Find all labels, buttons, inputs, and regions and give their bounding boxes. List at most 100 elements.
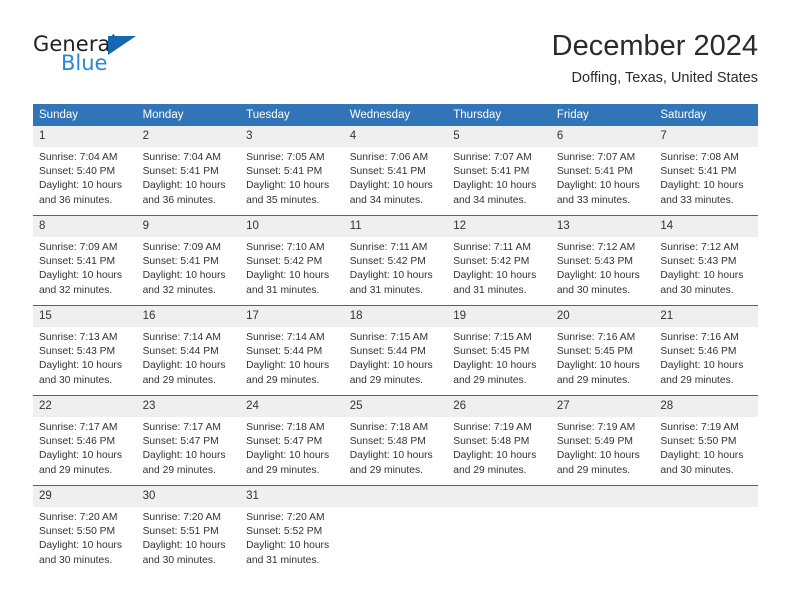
daylight-duration-line2: and 32 minutes. (142, 284, 216, 296)
day-number: 9 (136, 216, 241, 237)
sunrise-time: Sunrise: 7:20 AM (246, 512, 325, 523)
calendar-day-cell[interactable]: 18 Sunrise: 7:15 AM Sunset: 5:44 PM Dayligh… (343, 305, 448, 396)
sunset-time: Sunset: 5:47 PM (246, 436, 323, 448)
sunrise-time: Sunrise: 7:19 AM (660, 422, 739, 433)
calendar-day-cell[interactable]: 6 Sunrise: 7:07 AM Sunset: 5:41 PM Daylight… (550, 126, 655, 216)
sunset-time: Sunset: 5:41 PM (349, 166, 426, 178)
sunset-time: Sunset: 5:41 PM (142, 256, 219, 268)
day-details: Sunrise: 7:04 AM Sunset: 5:40 PM Daylight:… (33, 147, 137, 208)
calendar-day-cell[interactable]: 24 Sunrise: 7:18 AM Sunset: 5:47 PM Dayligh… (240, 395, 344, 486)
day-details: Sunrise: 7:19 AM Sunset: 5:48 PM Daylight:… (447, 417, 551, 478)
day-details: Sunrise: 7:16 AM Sunset: 5:46 PM Daylight:… (654, 327, 758, 388)
daylight-duration-line2: and 29 minutes. (349, 374, 423, 386)
calendar-day-cell[interactable]: 17 Sunrise: 7:14 AM Sunset: 5:44 PM Dayligh… (240, 305, 344, 396)
calendar-day-cell[interactable]: 3 Sunrise: 7:05 AM Sunset: 5:41 PM Daylight… (240, 126, 344, 216)
daylight-duration-line2: and 31 minutes. (349, 284, 423, 296)
day-details: Sunrise: 7:12 AM Sunset: 5:43 PM Daylight:… (654, 237, 758, 298)
daylight-duration-line1: Daylight: 10 hours (660, 180, 744, 192)
sunrise-time: Sunrise: 7:08 AM (660, 152, 739, 163)
calendar-day-cell[interactable]: 7 Sunrise: 7:08 AM Sunset: 5:41 PM Daylight… (654, 126, 758, 216)
calendar-day-cell[interactable]: 19 Sunrise: 7:15 AM Sunset: 5:45 PM Dayligh… (447, 305, 551, 396)
calendar-day-cell[interactable]: 30 Sunrise: 7:20 AM Sunset: 5:51 PM Dayligh… (136, 485, 241, 575)
sunrise-time: Sunrise: 7:07 AM (453, 152, 532, 163)
daylight-duration-line1: Daylight: 10 hours (453, 180, 537, 192)
day-number: 14 (654, 216, 758, 237)
calendar-day-cell[interactable]: 11 Sunrise: 7:11 AM Sunset: 5:42 PM Dayligh… (343, 215, 448, 306)
logo-triangle-icon (108, 36, 136, 55)
sunrise-time: Sunrise: 7:16 AM (660, 332, 739, 343)
sunset-time: Sunset: 5:44 PM (246, 346, 323, 358)
calendar-day-cell[interactable]: 9 Sunrise: 7:09 AM Sunset: 5:41 PM Daylight… (136, 215, 241, 306)
calendar-day-cell[interactable]: 29 Sunrise: 7:20 AM Sunset: 5:50 PM Dayligh… (33, 485, 137, 575)
calendar-day-cell[interactable]: 23 Sunrise: 7:17 AM Sunset: 5:47 PM Dayligh… (136, 395, 241, 486)
day-details: Sunrise: 7:09 AM Sunset: 5:41 PM Daylight:… (137, 237, 241, 298)
calendar-day-cell[interactable]: 5 Sunrise: 7:07 AM Sunset: 5:41 PM Daylight… (447, 126, 551, 216)
sunrise-time: Sunrise: 7:17 AM (39, 422, 118, 433)
day-details: Sunrise: 7:07 AM Sunset: 5:41 PM Daylight:… (551, 147, 655, 208)
day-number: 1 (33, 126, 137, 147)
daylight-duration-line2: and 30 minutes. (660, 284, 734, 296)
general-blue-logo[interactable]: General Blue (33, 32, 233, 92)
sunset-time: Sunset: 5:44 PM (349, 346, 426, 358)
sunset-time: Sunset: 5:49 PM (556, 436, 633, 448)
calendar-day-cell[interactable]: 4 Sunrise: 7:06 AM Sunset: 5:41 PM Daylight… (343, 126, 448, 216)
calendar-page: General Blue December 2024 Doffing, Texa… (0, 0, 792, 612)
calendar-day-cell[interactable]: 28 Sunrise: 7:19 AM Sunset: 5:50 PM Dayligh… (654, 395, 758, 486)
calendar-day-cell[interactable]: 1 Sunrise: 7:04 AM Sunset: 5:40 PM Daylight… (33, 126, 137, 216)
calendar-day-cell[interactable]: 31 Sunrise: 7:20 AM Sunset: 5:52 PM Dayligh… (240, 485, 344, 575)
weekday-header-wednesday: Wednesday (343, 104, 448, 126)
day-number: 18 (343, 306, 448, 327)
calendar-day-cell[interactable]: 15 Sunrise: 7:13 AM Sunset: 5:43 PM Dayligh… (33, 305, 137, 396)
sunset-time: Sunset: 5:42 PM (246, 256, 323, 268)
daylight-duration-line1: Daylight: 10 hours (246, 180, 330, 192)
calendar-day-cell[interactable]: 20 Sunrise: 7:16 AM Sunset: 5:45 PM Dayligh… (550, 305, 655, 396)
calendar-day-cell[interactable]: 13 Sunrise: 7:12 AM Sunset: 5:43 PM Dayligh… (550, 215, 655, 306)
sunrise-time: Sunrise: 7:20 AM (142, 512, 221, 523)
daylight-duration-line2: and 31 minutes. (246, 554, 320, 566)
daylight-duration-line1: Daylight: 10 hours (453, 270, 537, 282)
sunrise-time: Sunrise: 7:07 AM (556, 152, 636, 163)
day-details: Sunrise: 7:08 AM Sunset: 5:41 PM Daylight:… (654, 147, 758, 208)
calendar-day-cell[interactable]: 8 Sunrise: 7:09 AM Sunset: 5:41 PM Daylight… (33, 215, 137, 306)
calendar-day-cell[interactable]: 27 Sunrise: 7:19 AM Sunset: 5:49 PM Dayligh… (550, 395, 655, 486)
daylight-duration-line1: Daylight: 10 hours (246, 450, 330, 462)
sunrise-time: Sunrise: 7:19 AM (453, 422, 532, 433)
day-number: 25 (343, 396, 448, 417)
calendar-week-row: 22 Sunrise: 7:17 AM Sunset: 5:46 PM Dayligh… (33, 395, 758, 486)
day-number (550, 486, 655, 507)
day-details: Sunrise: 7:13 AM Sunset: 5:43 PM Daylight:… (33, 327, 137, 388)
daylight-duration-line2: and 29 minutes. (349, 464, 423, 476)
calendar-day-cell[interactable]: 25 Sunrise: 7:18 AM Sunset: 5:48 PM Dayligh… (343, 395, 448, 486)
daylight-duration-line1: Daylight: 10 hours (660, 270, 744, 282)
day-details: Sunrise: 7:07 AM Sunset: 5:41 PM Daylight:… (447, 147, 551, 208)
calendar-day-cell[interactable]: 14 Sunrise: 7:12 AM Sunset: 5:43 PM Dayligh… (654, 215, 758, 306)
day-number: 27 (550, 396, 655, 417)
daylight-duration-line1: Daylight: 10 hours (246, 360, 330, 372)
daylight-duration-line2: and 34 minutes. (349, 194, 423, 206)
day-number (447, 486, 551, 507)
sunset-time: Sunset: 5:41 PM (453, 166, 530, 178)
sunrise-time: Sunrise: 7:05 AM (246, 152, 325, 163)
calendar-day-cell[interactable]: 26 Sunrise: 7:19 AM Sunset: 5:48 PM Dayligh… (447, 395, 551, 486)
sunset-time: Sunset: 5:50 PM (39, 526, 116, 538)
calendar-day-cell[interactable]: 12 Sunrise: 7:11 AM Sunset: 5:42 PM Dayligh… (447, 215, 551, 306)
day-number: 13 (550, 216, 655, 237)
title-block: December 2024 Doffing, Texas, United Sta… (552, 28, 758, 89)
day-details: Sunrise: 7:11 AM Sunset: 5:42 PM Daylight:… (344, 237, 448, 298)
sunrise-time: Sunrise: 7:09 AM (142, 242, 221, 253)
sunrise-time: Sunrise: 7:16 AM (556, 332, 636, 343)
day-number: 7 (654, 126, 758, 147)
day-details: Sunrise: 7:17 AM Sunset: 5:47 PM Daylight:… (137, 417, 241, 478)
calendar-day-cell[interactable]: 21 Sunrise: 7:16 AM Sunset: 5:46 PM Dayligh… (654, 305, 758, 396)
calendar-day-cell[interactable]: 10 Sunrise: 7:10 AM Sunset: 5:42 PM Dayligh… (240, 215, 344, 306)
sunset-time: Sunset: 5:47 PM (142, 436, 219, 448)
day-details: Sunrise: 7:19 AM Sunset: 5:50 PM Daylight:… (654, 417, 758, 478)
day-number: 19 (447, 306, 551, 327)
day-details: Sunrise: 7:20 AM Sunset: 5:50 PM Daylight:… (33, 507, 137, 568)
daylight-duration-line2: and 29 minutes. (660, 374, 734, 386)
daylight-duration-line2: and 29 minutes. (453, 374, 527, 386)
calendar-day-cell[interactable]: 22 Sunrise: 7:17 AM Sunset: 5:46 PM Dayligh… (33, 395, 137, 486)
calendar-day-cell[interactable]: 2 Sunrise: 7:04 AM Sunset: 5:41 PM Daylight… (136, 126, 241, 216)
calendar-day-cell[interactable]: 16 Sunrise: 7:14 AM Sunset: 5:44 PM Dayligh… (136, 305, 241, 396)
sunrise-time: Sunrise: 7:10 AM (246, 242, 325, 253)
